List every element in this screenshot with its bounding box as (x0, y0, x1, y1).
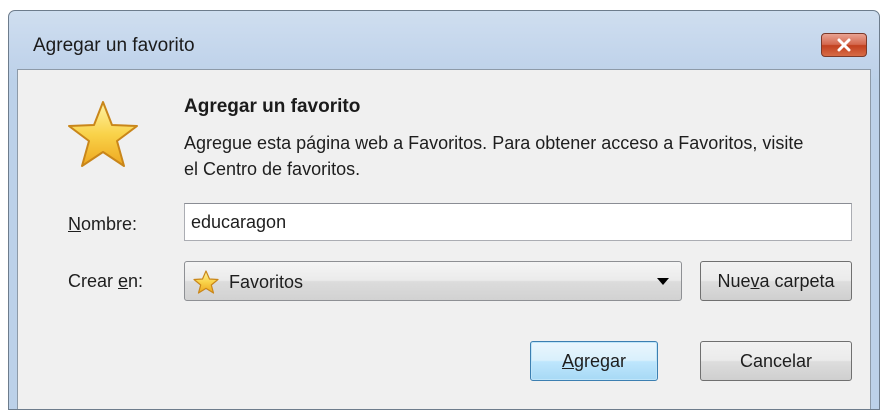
chevron-down-icon[interactable] (657, 278, 669, 285)
dialog-window: Agregar un favorito Agregar un favorito … (8, 10, 880, 410)
cancel-button[interactable]: Cancelar (700, 341, 852, 381)
star-icon (68, 101, 138, 167)
name-input[interactable] (184, 203, 852, 241)
close-icon (837, 38, 851, 52)
create-in-label: Crear en: (68, 271, 144, 291)
name-label: Nombre: (68, 214, 138, 234)
add-button[interactable]: Agregar (530, 341, 658, 381)
close-button[interactable] (821, 33, 867, 57)
dialog-content: Agregar un favorito Agregue esta página … (17, 69, 871, 409)
window-title: Agregar un favorito (33, 35, 195, 56)
dialog-heading: Agregar un favorito (184, 96, 361, 117)
create-in-value: Favoritos (229, 272, 304, 292)
title-bar[interactable]: Agregar un favorito (9, 11, 879, 69)
create-in-dropdown[interactable]: Favoritos (184, 261, 682, 301)
star-icon (193, 270, 219, 294)
dialog-description: Agregue esta página web a Favoritos. Par… (184, 133, 804, 179)
new-folder-button[interactable]: Nue v a carpeta (700, 261, 852, 301)
